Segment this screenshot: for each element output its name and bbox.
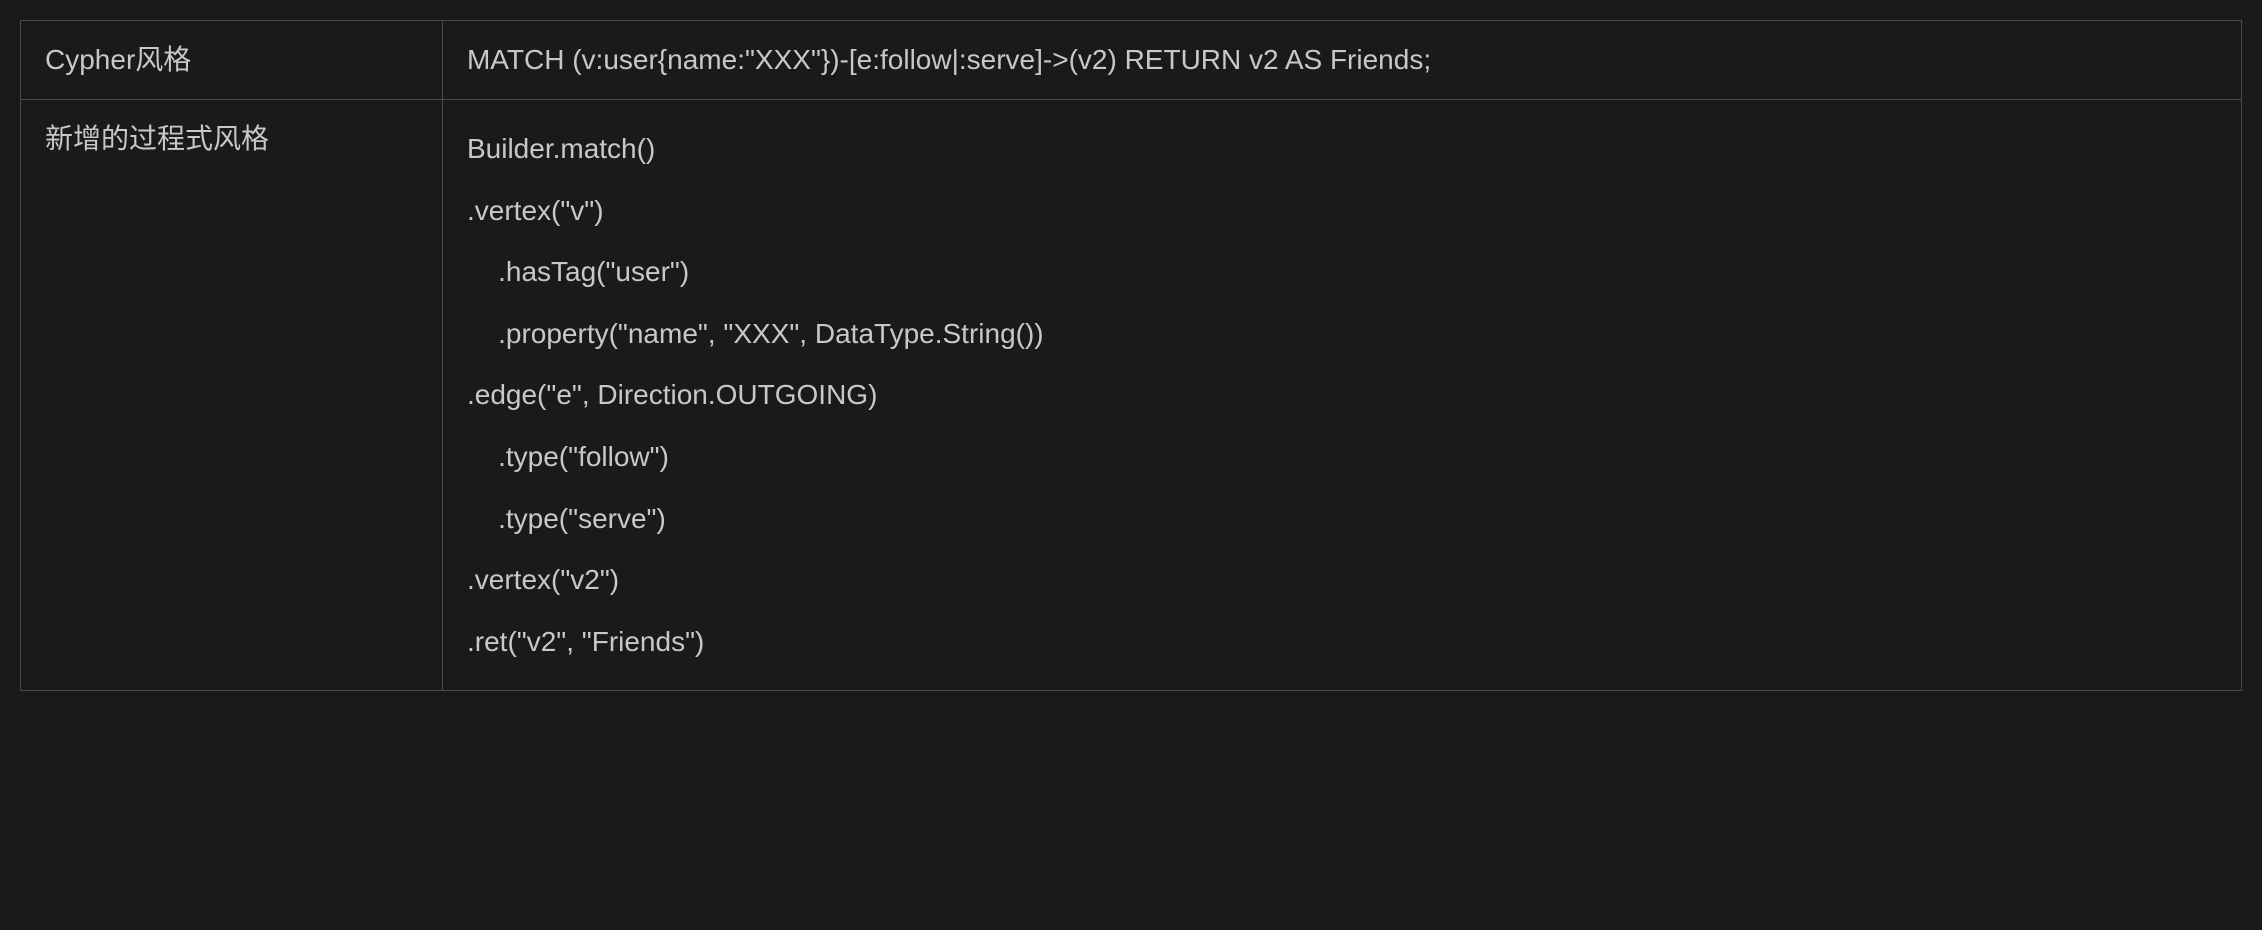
row2-label-cell: 新增的过程式风格 (21, 100, 443, 691)
syntax-comparison-table: Cypher风格 MATCH (v:user{name:"XXX"})-[e:f… (20, 20, 2242, 691)
row2-content-cell: Builder.match() .vertex("v") .hasTag("us… (442, 100, 2241, 691)
row1-content-cell: MATCH (v:user{name:"XXX"})-[e:follow|:se… (442, 21, 2241, 100)
row1-label-cell: Cypher风格 (21, 21, 443, 100)
table-row: Cypher风格 MATCH (v:user{name:"XXX"})-[e:f… (21, 21, 2242, 100)
code-block: Builder.match() .vertex("v") .hasTag("us… (467, 118, 2217, 672)
table-row: 新增的过程式风格 Builder.match() .vertex("v") .h… (21, 100, 2242, 691)
